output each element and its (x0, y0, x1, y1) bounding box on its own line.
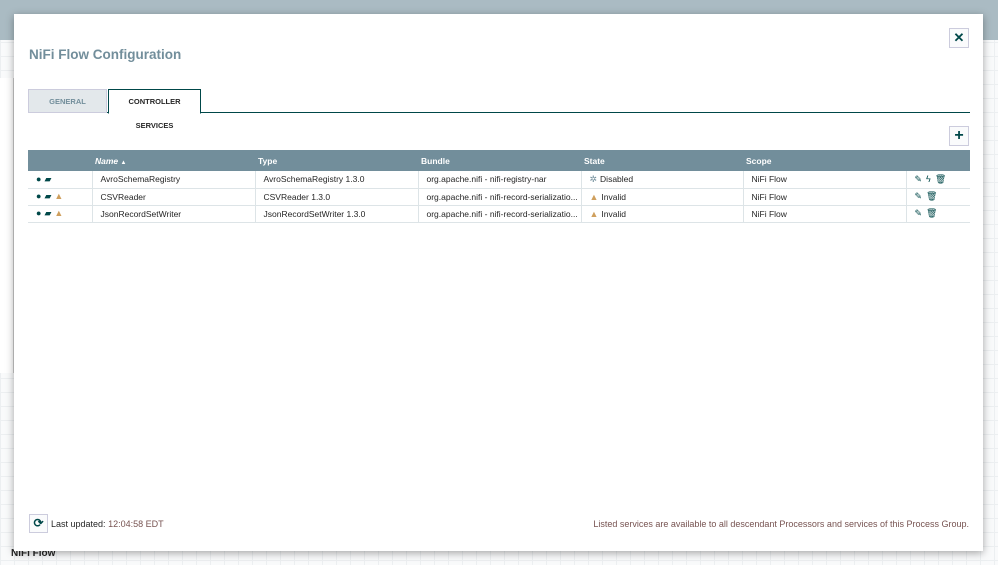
service-bundle: org.apache.nifi - nifi-registry-nar (417, 171, 581, 189)
col-type[interactable]: Type (255, 150, 418, 171)
service-type: CSVReader 1.3.0 (254, 188, 418, 206)
row-icons: ● ▰ ▲ (28, 188, 92, 206)
service-scope: NiFi Flow (742, 188, 906, 206)
dialog-title: NiFi Flow Configuration (29, 47, 182, 62)
close-button[interactable]: ✕ (949, 28, 969, 48)
operate-palette (0, 78, 14, 373)
col-state[interactable]: State (581, 150, 743, 171)
row-actions: ✎ 🗑 (905, 205, 970, 223)
info-icon[interactable]: ● (36, 174, 41, 184)
service-type: JsonRecordSetWriter 1.3.0 (254, 205, 418, 223)
refresh-icon: ⟳ (33, 516, 44, 530)
service-bundle: org.apache.nifi - nifi-record-serializat… (417, 205, 581, 223)
delete-icon[interactable]: 🗑 (926, 208, 937, 218)
tab-bar: GENERAL CONTROLLER SERVICES (28, 89, 970, 130)
flow-configuration-dialog: NiFi Flow Configuration ✕ GENERAL CONTRO… (14, 14, 983, 551)
service-scope: NiFi Flow (742, 171, 906, 189)
warning-icon[interactable]: ▲ (54, 191, 63, 201)
table-row: ● ▰ ▲ CSVReader CSVReader 1.3.0 org.apache… (28, 188, 970, 206)
row-icons: ● ▰ (28, 171, 92, 189)
service-type: AvroSchemaRegistry 1.3.0 (254, 171, 418, 189)
col-scope[interactable]: Scope (743, 150, 906, 171)
tab-controller-services[interactable]: CONTROLLER SERVICES (108, 89, 201, 130)
info-icon[interactable]: ● (36, 191, 41, 201)
delete-icon[interactable]: 🗑 (926, 191, 937, 201)
last-updated: Last updated: 12:04:58 EDT (51, 519, 164, 529)
close-icon: ✕ (953, 30, 965, 45)
controller-services-table: Name ▲ Type Bundle State Scope ● ▰ AvroSc… (28, 150, 970, 223)
edit-icon[interactable]: ✎ (915, 208, 923, 218)
col-actions (906, 150, 970, 171)
service-bundle: org.apache.nifi - nifi-record-serializat… (417, 188, 581, 206)
edit-icon[interactable]: ✎ (915, 191, 923, 201)
row-icons: ● ▰ ▲ (28, 205, 92, 223)
usage-book-icon[interactable]: ▰ (44, 208, 51, 219)
usage-book-icon[interactable]: ▰ (44, 191, 51, 202)
tab-general[interactable]: GENERAL (28, 89, 107, 113)
table-row: ● ▰ ▲ JsonRecordSetWriter JsonRecordSetWri… (28, 205, 970, 223)
invalid-icon: ▲ (589, 208, 599, 219)
service-scope: NiFi Flow (742, 205, 906, 223)
row-actions: ✎ ϟ 🗑 (905, 171, 970, 189)
service-state: ▲ Invalid (580, 188, 743, 206)
refresh-button[interactable]: ⟳ (29, 514, 48, 533)
col-icons (28, 150, 92, 171)
usage-book-icon[interactable]: ▰ (44, 174, 51, 185)
service-name: CSVReader (91, 188, 255, 206)
edit-icon[interactable]: ✎ (915, 174, 923, 184)
table-row: ● ▰ AvroSchemaRegistry AvroSchemaRegistry… (28, 171, 970, 189)
plus-icon: + (954, 127, 964, 144)
invalid-icon: ▲ (589, 191, 599, 202)
service-state: ▲ Invalid (580, 205, 743, 223)
scope-note: Listed services are available to all des… (593, 519, 969, 529)
service-name: AvroSchemaRegistry (91, 171, 255, 189)
enable-icon[interactable]: ϟ (926, 174, 931, 184)
warning-icon[interactable]: ▲ (54, 208, 63, 218)
col-bundle[interactable]: Bundle (418, 150, 581, 171)
info-icon[interactable]: ● (36, 208, 41, 218)
col-name[interactable]: Name ▲ (92, 150, 255, 171)
service-name: JsonRecordSetWriter (91, 205, 255, 223)
delete-icon[interactable]: 🗑 (935, 174, 946, 184)
row-actions: ✎ 🗑 (905, 188, 970, 206)
service-state: ✲ Disabled (580, 171, 743, 189)
add-controller-service-button[interactable]: + (949, 126, 969, 146)
disabled-icon: ✲ (589, 173, 598, 184)
